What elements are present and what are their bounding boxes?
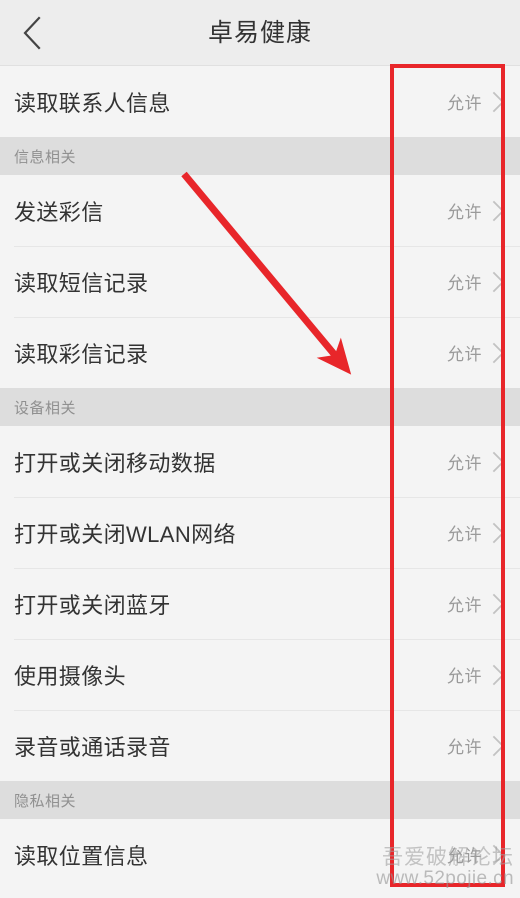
chevron-right-icon (492, 451, 506, 473)
chevron-right-icon (492, 522, 506, 544)
permission-status-value: 允许 (447, 94, 482, 113)
permission-status-value: 允许 (447, 738, 482, 757)
permission-row-label: 打开或关闭移动数据 (14, 450, 216, 476)
titlebar: 卓易健康 (0, 0, 520, 66)
permission-row[interactable]: 打开或关闭蓝牙 允许 (0, 568, 520, 639)
chevron-right-icon (492, 735, 506, 757)
chevron-right-icon (492, 91, 506, 113)
permission-list: 读取联系人信息 允许 信息相关 发送彩信 允许 读取短信记录 允许 读取彩信记录 允许 设备相关打… (0, 66, 520, 890)
permission-row[interactable]: 读取联系人信息 允许 (0, 66, 520, 137)
chevron-right-icon (492, 200, 506, 222)
permission-row-right[interactable]: 允许 (447, 842, 506, 867)
permission-row-right[interactable]: 允许 (447, 520, 506, 545)
permission-row-label: 打开或关闭WLAN网络 (14, 521, 236, 547)
permission-status-value: 允许 (447, 847, 482, 866)
section-header-label: 设备相关 (14, 399, 77, 417)
permission-row-label: 读取位置信息 (14, 843, 149, 869)
permission-status-value: 允许 (447, 345, 482, 364)
permission-row[interactable]: 打开或关闭WLAN网络 允许 (0, 497, 520, 568)
page-title: 卓易健康 (207, 19, 312, 47)
permission-row[interactable]: 读取短信记录 允许 (0, 246, 520, 317)
back-button[interactable] (0, 0, 64, 66)
permission-row-label: 读取短信记录 (14, 270, 149, 296)
permission-status-value: 允许 (447, 454, 482, 473)
chevron-right-icon (492, 342, 506, 364)
permission-row-label: 打开或关闭蓝牙 (14, 592, 171, 618)
permission-row-right[interactable]: 允许 (447, 449, 506, 474)
permission-row-label: 发送彩信 (14, 199, 104, 225)
chevron-right-icon (492, 844, 506, 866)
permission-row-right[interactable]: 允许 (447, 662, 506, 687)
permission-row-right[interactable]: 允许 (447, 89, 506, 114)
permission-row[interactable]: 打开或关闭移动数据 允许 (0, 426, 520, 497)
permission-row[interactable]: 发送彩信 允许 (0, 175, 520, 246)
permission-status-value: 允许 (447, 525, 482, 544)
permission-row-right[interactable]: 允许 (447, 269, 506, 294)
permission-row-label: 读取联系人信息 (14, 90, 171, 116)
section-header-label: 信息相关 (14, 148, 77, 166)
chevron-right-icon (492, 664, 506, 686)
permission-row-label: 使用摄像头 (14, 663, 127, 689)
permission-status-value: 允许 (447, 274, 482, 293)
permission-row-right[interactable]: 允许 (447, 591, 506, 616)
permission-row[interactable]: 读取彩信记录 允许 (0, 317, 520, 388)
section-header: 隐私相关 (0, 781, 520, 819)
chevron-right-icon (492, 271, 506, 293)
permission-row-right[interactable]: 允许 (447, 340, 506, 365)
section-header: 信息相关 (0, 137, 520, 175)
permission-status-value: 允许 (447, 667, 482, 686)
permission-row-right[interactable]: 允许 (447, 198, 506, 223)
permission-row[interactable]: 使用摄像头 允许 (0, 639, 520, 710)
chevron-left-icon (22, 15, 42, 50)
permission-row-label: 录音或通话录音 (14, 734, 171, 760)
app-root: 卓易健康 读取联系人信息 允许 信息相关 发送彩信 允许 读取短信记录 允许 读取彩信记录 允许… (0, 0, 520, 898)
chevron-right-icon (492, 593, 506, 615)
permission-row-label: 读取彩信记录 (14, 341, 149, 367)
section-header-label: 隐私相关 (14, 792, 77, 810)
permission-row[interactable]: 录音或通话录音 允许 (0, 710, 520, 781)
permission-row-right[interactable]: 允许 (447, 733, 506, 758)
section-header: 设备相关 (0, 388, 520, 426)
permission-status-value: 允许 (447, 596, 482, 615)
permission-row[interactable]: 读取位置信息 允许 (0, 819, 520, 890)
permission-status-value: 允许 (447, 203, 482, 222)
